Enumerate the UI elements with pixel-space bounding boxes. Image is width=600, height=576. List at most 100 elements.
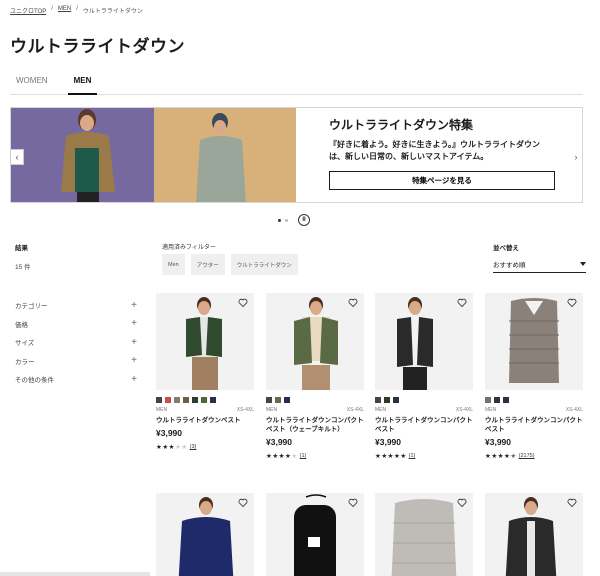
product-card[interactable] [266, 493, 364, 576]
review-count[interactable]: (1) [409, 453, 416, 459]
product-card[interactable] [485, 493, 583, 576]
breadcrumb-men-link[interactable]: MEN [58, 6, 71, 15]
product-price: ¥3,990 [156, 428, 182, 438]
review-count[interactable]: (1) [300, 453, 307, 459]
color-swatch[interactable] [210, 397, 216, 403]
heart-icon[interactable] [457, 298, 467, 308]
color-swatches [485, 397, 583, 403]
carousel-dot[interactable] [278, 218, 281, 222]
product-image[interactable] [266, 493, 364, 576]
star-icon: ★ [181, 444, 188, 451]
color-swatch[interactable] [284, 397, 290, 403]
product-card[interactable]: MEN XS-4XL ウルトラライトダウンベスト ¥3,990 ★★★★★ (3) [156, 293, 254, 451]
color-swatch[interactable] [266, 397, 272, 403]
heart-icon[interactable] [457, 498, 467, 508]
product-sizes: XS-4XL [346, 407, 364, 413]
product-card[interactable]: MEN XS-4XL ウルトラライトダウンコンパクトベスト ¥3,990 ★★★★… [485, 293, 583, 460]
applied-filters-label: 適用済みフィルター [162, 245, 216, 251]
product-name[interactable]: ウルトラライトダウンコンパクトベスト（ウェーブキルト） [266, 416, 364, 434]
page-title: ウルトラライトダウン [10, 37, 185, 56]
facet-label: その他の条件 [15, 377, 54, 385]
tab-men[interactable]: MEN [67, 72, 98, 95]
star-icon: ★ [510, 453, 517, 460]
star-icon: ★ [400, 453, 407, 460]
gender-tabs: WOMEN MEN [10, 72, 583, 95]
product-card[interactable]: MEN XS-4XL ウルトラライトダウンコンパクトベスト（ウェーブキルト） ¥3… [266, 293, 364, 460]
sort-select[interactable]: おすすめ順 [493, 255, 586, 273]
banner-photo-model-1 [11, 108, 154, 202]
color-swatch[interactable] [174, 397, 180, 403]
product-image[interactable] [375, 493, 473, 576]
product-name[interactable]: ウルトラライトダウンコンパクトベスト [375, 416, 473, 434]
star-rating-icon: ★★★★★ [485, 452, 517, 460]
color-swatch[interactable] [384, 397, 390, 403]
breadcrumb: ユニクロTOP / MEN / ウルトラライトダウン [10, 6, 143, 15]
color-swatch[interactable] [503, 397, 509, 403]
product-gender: MEN [266, 407, 278, 413]
product-rating: ★★★★★ (2175) [485, 452, 583, 460]
facet-price[interactable]: 価格 + [15, 315, 137, 334]
plus-icon: + [131, 373, 137, 385]
product-price: ¥3,990 [266, 437, 292, 447]
product-card[interactable]: MEN XS-4XL ウルトラライトダウンコンパクトベスト ¥3,990 ★★★★… [375, 293, 473, 460]
color-swatch[interactable] [156, 397, 162, 403]
facet-color[interactable]: カラー + [15, 352, 137, 371]
breadcrumb-home-link[interactable]: ユニクロTOP [10, 6, 46, 15]
chevron-down-icon [580, 261, 586, 266]
facet-label: カラー [15, 358, 35, 366]
heart-icon[interactable] [567, 298, 577, 308]
filter-chip-outer[interactable]: アウター [190, 254, 225, 275]
heart-icon[interactable] [348, 298, 358, 308]
color-swatch[interactable] [201, 397, 207, 403]
color-swatch[interactable] [393, 397, 399, 403]
product-sizes: XS-4XL [455, 407, 473, 413]
tab-women[interactable]: WOMEN [10, 72, 54, 95]
carousel-indicator: II [278, 214, 310, 226]
banner-next-icon[interactable]: › [569, 149, 583, 165]
product-sizes: XS-4XL [565, 407, 583, 413]
color-swatch[interactable] [275, 397, 281, 403]
facet-other[interactable]: その他の条件 + [15, 370, 137, 389]
heart-icon[interactable] [567, 498, 577, 508]
product-image[interactable] [375, 293, 473, 390]
facet-label: カテゴリー [15, 303, 48, 311]
plus-icon: + [131, 318, 137, 330]
product-name[interactable]: ウルトラライトダウンベスト [156, 416, 254, 425]
horizontal-scrollbar[interactable] [0, 572, 150, 576]
feature-page-button[interactable]: 特集ページを見る [329, 171, 555, 190]
carousel-dot[interactable] [285, 218, 288, 222]
product-image[interactable] [156, 293, 254, 390]
color-swatch[interactable] [183, 397, 189, 403]
product-image[interactable] [485, 293, 583, 390]
heart-icon[interactable] [238, 298, 248, 308]
banner-prev-icon[interactable]: ‹ [10, 149, 24, 165]
pause-icon[interactable]: II [298, 214, 310, 226]
product-image[interactable] [156, 493, 254, 576]
color-swatch[interactable] [192, 397, 198, 403]
star-icon: ★ [291, 453, 298, 460]
filter-chip-men[interactable]: Men [162, 254, 185, 275]
product-card[interactable] [375, 493, 473, 576]
plus-icon: + [131, 299, 137, 311]
product-image[interactable] [485, 493, 583, 576]
review-count[interactable]: (2175) [519, 453, 535, 459]
banner-heading: ウルトラライトダウン特集 [329, 118, 474, 132]
facet-category[interactable]: カテゴリー + [15, 296, 137, 315]
color-swatch[interactable] [494, 397, 500, 403]
heart-icon[interactable] [238, 498, 248, 508]
heart-icon[interactable] [348, 498, 358, 508]
product-gender: MEN [485, 407, 497, 413]
filter-chip-uld[interactable]: ウルトラライトダウン [230, 254, 298, 275]
product-card[interactable] [156, 493, 254, 576]
product-rating: ★★★★★ (3) [156, 443, 254, 451]
color-swatch[interactable] [485, 397, 491, 403]
product-image[interactable] [266, 293, 364, 390]
color-swatch[interactable] [165, 397, 171, 403]
facet-size[interactable]: サイズ + [15, 333, 137, 352]
review-count[interactable]: (3) [190, 444, 197, 450]
star-rating-icon: ★★★★★ [375, 452, 407, 460]
color-swatch[interactable] [375, 397, 381, 403]
product-name[interactable]: ウルトラライトダウンコンパクトベスト [485, 416, 583, 434]
product-price: ¥3,990 [375, 437, 401, 447]
product-price: ¥3,990 [485, 437, 511, 447]
